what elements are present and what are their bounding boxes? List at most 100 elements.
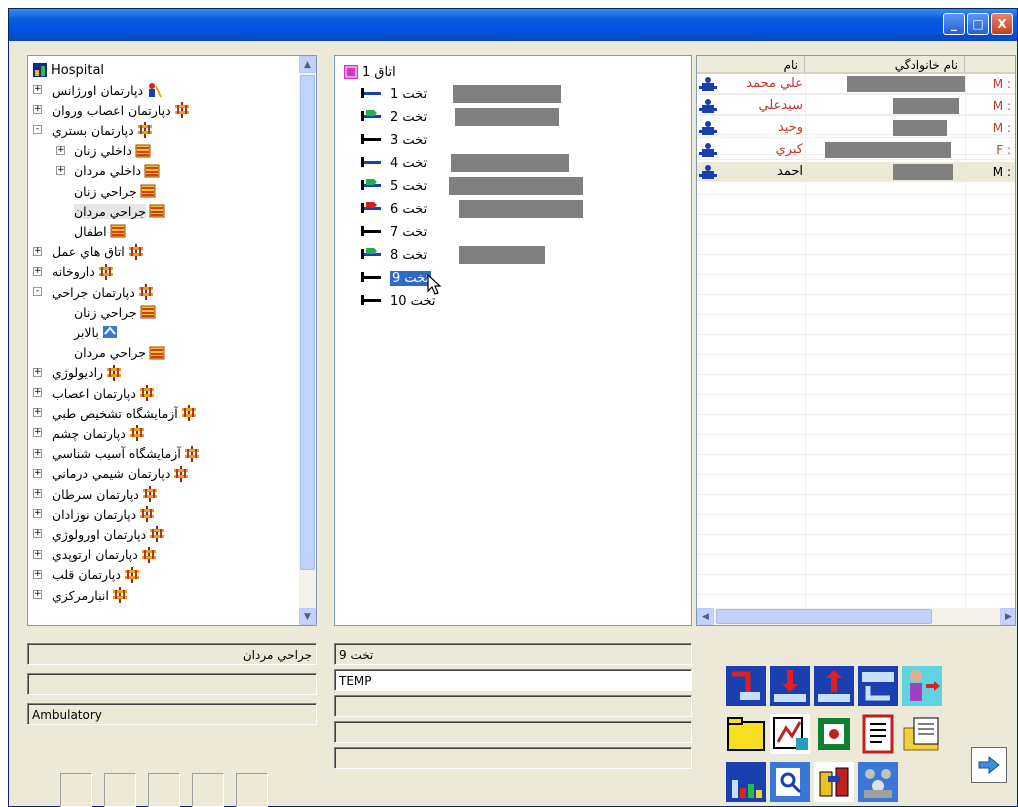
- toolbar-button[interactable]: [856, 761, 900, 803]
- tree-item[interactable]: اتاق هاي عمل: [52, 242, 147, 262]
- scroll-down-icon[interactable]: ▼: [299, 608, 316, 625]
- expand-icon[interactable]: +: [33, 367, 42, 377]
- hscroll-thumb[interactable]: [716, 609, 932, 624]
- expand-icon[interactable]: +: [33, 509, 42, 519]
- toolbar-button[interactable]: [768, 665, 812, 707]
- tree-item[interactable]: دپارتمان سرطان: [52, 484, 161, 504]
- expand-icon[interactable]: +: [33, 408, 42, 418]
- toolbar-button[interactable]: [724, 665, 768, 707]
- tree-item[interactable]: دپارتمان شيمي درماني: [52, 464, 192, 484]
- toolbar-button[interactable]: [856, 665, 900, 707]
- expand-icon[interactable]: +: [33, 468, 42, 478]
- collapse-icon[interactable]: -: [33, 125, 42, 135]
- expand-icon[interactable]: +: [33, 105, 42, 115]
- toolbar-button[interactable]: [768, 713, 812, 755]
- department-tree[interactable]: Hospital دپارتمان اورژانس + دپارتمان اعصاب …: [27, 55, 317, 626]
- table-row[interactable]: سيدعلي M :: [697, 96, 1015, 116]
- toolbar-button[interactable]: [812, 761, 856, 803]
- scroll-up-icon[interactable]: ▲: [299, 56, 316, 73]
- tree-item[interactable]: داخلي مردان: [74, 161, 163, 181]
- bed-item[interactable]: تخت 6: [361, 199, 427, 219]
- tree-item[interactable]: دپارتمان اورژانس: [52, 80, 165, 100]
- tree-item[interactable]: دپارتمان جراحي: [52, 282, 157, 302]
- bed-item[interactable]: تخت 2: [361, 107, 427, 127]
- tree-item[interactable]: دپارتمان چشم: [52, 423, 148, 443]
- bed-item[interactable]: تخت 7: [361, 222, 427, 242]
- table-row[interactable]: وحيد M :: [697, 118, 1015, 138]
- tree-item[interactable]: دپارتمان اعصاب وروان: [52, 100, 193, 120]
- maximize-button[interactable]: □: [967, 13, 989, 35]
- tree-item[interactable]: جراحي زنان: [74, 181, 159, 201]
- expand-icon[interactable]: +: [33, 246, 42, 256]
- toolbar-button[interactable]: [856, 713, 900, 755]
- toolbar-button[interactable]: [724, 713, 768, 755]
- toolbar-button[interactable]: [900, 713, 944, 755]
- toolbar-button[interactable]: [724, 761, 768, 803]
- minimize-button[interactable]: _: [943, 13, 965, 35]
- tree-item[interactable]: دپارتمان قلب: [52, 565, 143, 585]
- expand-icon[interactable]: +: [33, 590, 42, 599]
- ward-icon: [135, 143, 151, 159]
- scroll-left-icon[interactable]: ◀: [697, 608, 714, 625]
- tree-item[interactable]: دپارتمان ارتوپدي: [52, 545, 160, 565]
- tree-scrollbar[interactable]: ▲ ▼: [299, 56, 316, 625]
- column-header-last-name[interactable]: نام خانوادگي: [805, 56, 965, 74]
- patient-hscrollbar[interactable]: ◀ ▶: [697, 608, 1015, 625]
- toolbar-button[interactable]: [812, 713, 856, 755]
- bed-item[interactable]: تخت 4: [361, 153, 427, 173]
- expand-icon[interactable]: +: [33, 549, 42, 559]
- patient-list[interactable]: نام نام خانوادگي علي محمد M : سيدعلي M : وحي…: [696, 55, 1016, 626]
- scroll-thumb[interactable]: [300, 75, 315, 570]
- scroll-right-icon[interactable]: ▶: [1000, 608, 1015, 625]
- table-row[interactable]: علي محمد M :: [697, 74, 1015, 94]
- expand-icon[interactable]: +: [33, 569, 42, 579]
- bed-item[interactable]: تخت 5: [361, 176, 427, 196]
- collapse-icon[interactable]: -: [33, 287, 42, 296]
- toolbar-button[interactable]: [900, 665, 944, 707]
- expand-icon[interactable]: +: [33, 448, 42, 458]
- close-button[interactable]: X: [991, 13, 1013, 35]
- expand-icon[interactable]: +: [56, 165, 65, 175]
- tree-item[interactable]: جراحي زنان: [74, 302, 159, 322]
- title-bar[interactable]: _ □ X: [9, 9, 1017, 41]
- expand-icon[interactable]: +: [33, 266, 42, 276]
- tree-item[interactable]: اطفال: [74, 221, 129, 241]
- bed-item[interactable]: تخت 8: [361, 245, 427, 265]
- expand-icon[interactable]: +: [33, 388, 42, 397]
- tree-item-label: آزمايشگاه آسيب شناسي: [52, 446, 181, 462]
- tree-item[interactable]: دپارتمان بستري: [52, 120, 156, 140]
- tree-item[interactable]: بالابر: [74, 322, 121, 342]
- medication-icon: [814, 762, 854, 802]
- tree-root[interactable]: Hospital: [32, 60, 104, 80]
- bed-icon: [361, 270, 383, 286]
- column-header-first-name[interactable]: نام: [697, 56, 805, 74]
- expand-icon[interactable]: +: [33, 428, 42, 438]
- bed-item[interactable]: تخت 3: [361, 130, 427, 150]
- tree-item[interactable]: داروخانه: [52, 262, 117, 282]
- tree-item[interactable]: آزمايشگاه تشخيص طبي: [52, 403, 200, 423]
- expand-icon[interactable]: +: [33, 85, 42, 94]
- tree-item[interactable]: آزمايشگاه آسيب شناسي: [52, 444, 203, 464]
- next-arrow-button[interactable]: [971, 747, 1007, 783]
- toolbar-button[interactable]: [812, 665, 856, 707]
- tree-item[interactable]: دپارتمان اورولوژي: [52, 524, 168, 544]
- tree-item[interactable]: دپارتمان نوزادان: [52, 504, 158, 524]
- bed-item[interactable]: تخت 10: [361, 291, 435, 311]
- expand-icon[interactable]: +: [56, 145, 65, 155]
- tree-item[interactable]: جراحي مردان: [74, 343, 168, 363]
- bed-item[interactable]: تخت 9: [361, 268, 432, 288]
- table-row[interactable]: كبري F :: [697, 140, 1015, 160]
- expand-icon[interactable]: +: [33, 489, 42, 498]
- column-header-gender[interactable]: [965, 56, 1015, 74]
- tree-item[interactable]: انبارمركزي: [52, 585, 131, 605]
- tree-item[interactable]: راديولوژي: [52, 363, 125, 383]
- tree-item[interactable]: جراحي مردان: [74, 201, 168, 221]
- table-row[interactable]: احمد M :: [697, 162, 1015, 182]
- expand-icon[interactable]: +: [33, 529, 42, 539]
- room-item[interactable]: اتاق 1: [343, 62, 396, 82]
- toolbar-button[interactable]: [768, 761, 812, 803]
- tree-item[interactable]: دپارتمان اعصاب: [52, 383, 158, 403]
- bed-item[interactable]: تخت 1: [361, 84, 427, 104]
- tree-item[interactable]: داخلي زنان: [74, 141, 154, 161]
- beds-panel[interactable]: اتاق 1 تخت 1 تخت 2 تخت 3 تخت 4 تخت 5 تخت 6 تخت…: [334, 55, 692, 626]
